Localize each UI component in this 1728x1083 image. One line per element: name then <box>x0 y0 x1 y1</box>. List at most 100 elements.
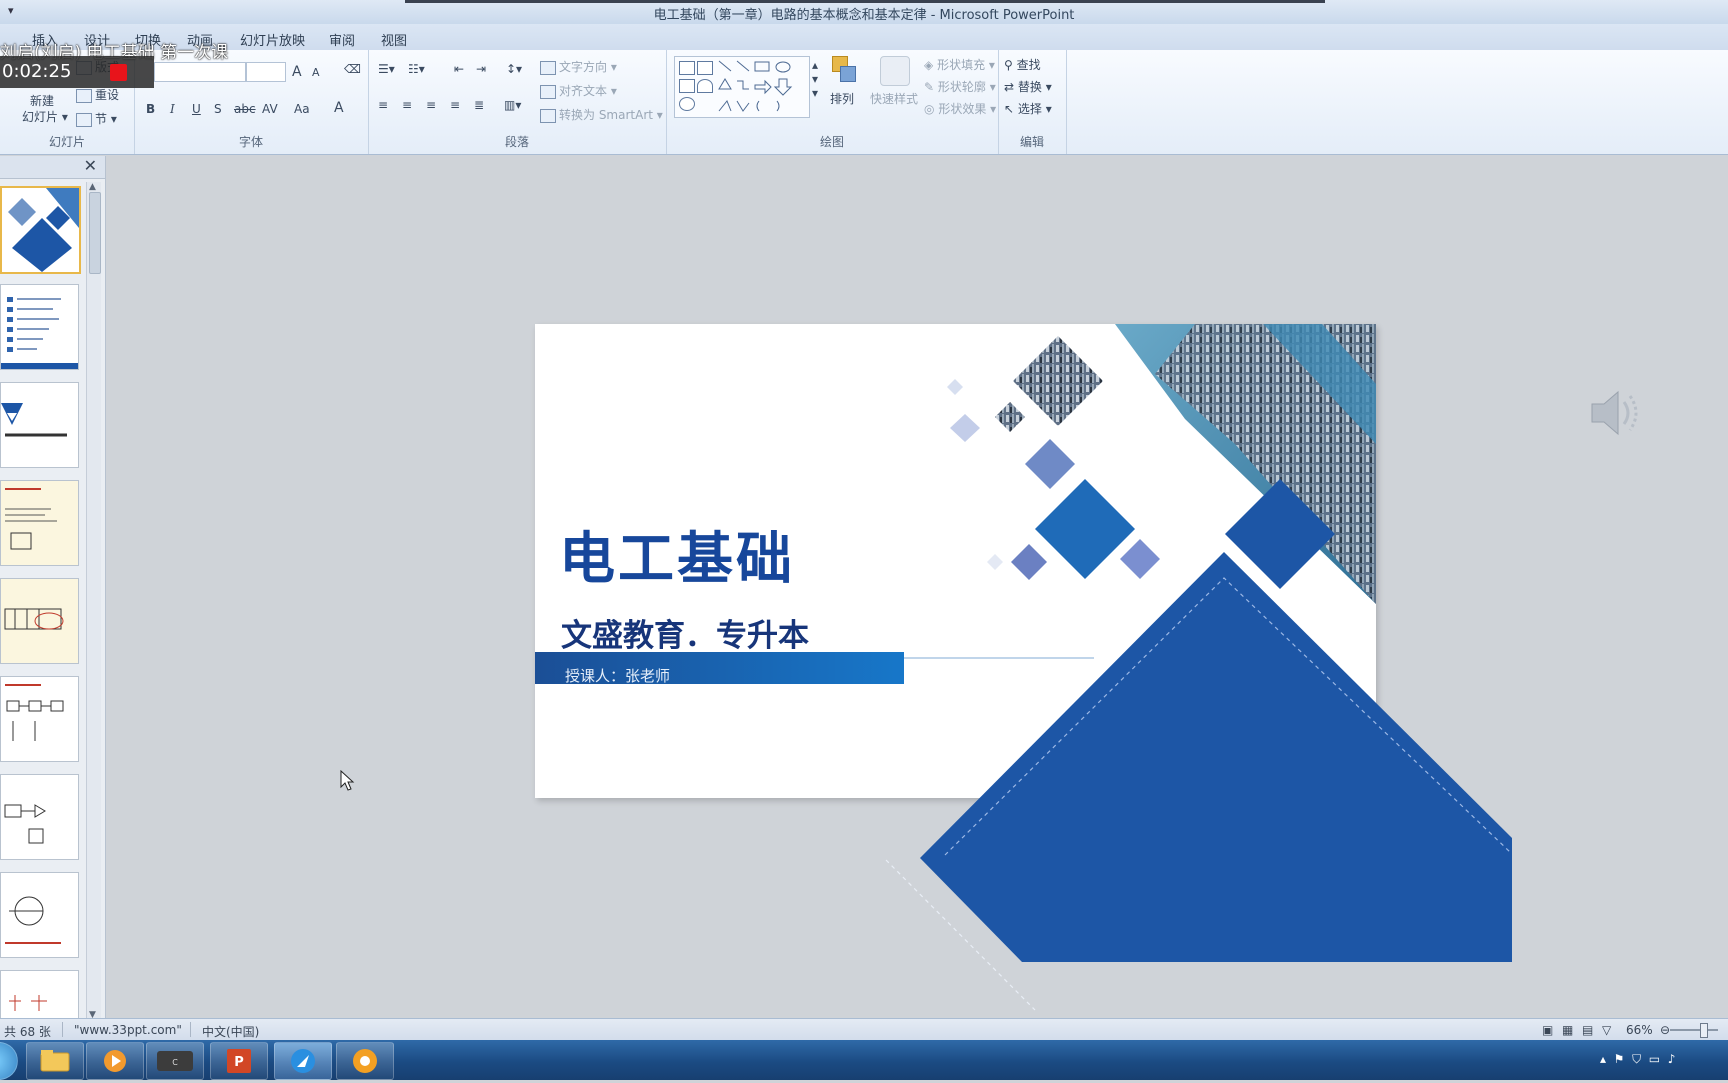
deco-diamond-7 <box>1120 539 1160 579</box>
char-spacing-button[interactable]: AV <box>262 102 278 116</box>
arrange-button[interactable]: 排列 <box>824 54 864 120</box>
volume-icon[interactable]: ♪ <box>1668 1052 1676 1066</box>
shape-outline-button[interactable]: ✎ 形状轮廓 ▾ <box>924 78 996 95</box>
replace-button[interactable]: ⇄ 替换 ▾ <box>1004 78 1052 95</box>
shapes-gallery[interactable] <box>674 56 810 118</box>
deco-diamond-4 <box>1035 479 1135 579</box>
taskbar-folder[interactable] <box>26 1042 84 1080</box>
language-indicator[interactable]: 中文(中国) <box>202 1023 259 1040</box>
font-group-label: 字体 <box>238 135 263 149</box>
slide-thumbnail-6[interactable] <box>0 676 79 762</box>
zoom-slider-knob[interactable] <box>1700 1023 1708 1038</box>
slide-thumbnail-5[interactable] <box>0 578 79 664</box>
slide-canvas[interactable]: 电工基础 文盛教育．专升本 授课人：张老师 <box>535 324 1376 798</box>
network-icon[interactable]: ▭ <box>1649 1052 1660 1066</box>
decrease-indent-button[interactable]: ⇤ <box>454 62 464 76</box>
numbering-button[interactable]: ☷▾ <box>408 62 425 76</box>
tray-arrow-icon[interactable]: ▴ <box>1600 1052 1606 1066</box>
tab-view[interactable]: 视图 <box>377 28 411 51</box>
shape-effects-button[interactable]: ◎ 形状效果 ▾ <box>924 100 996 117</box>
zoom-slider[interactable] <box>1670 1029 1718 1031</box>
shape-line-icons[interactable] <box>717 59 805 115</box>
slide-subtitle[interactable]: 文盛教育．专升本 <box>561 610 809 655</box>
slide-thumbnail-2[interactable] <box>0 284 79 370</box>
reading-view-icon[interactable]: ▤ <box>1582 1023 1593 1037</box>
shapes-gallery-scroll[interactable]: ▴ ▾ ▾ <box>812 58 818 100</box>
bullets-button[interactable]: ☰▾ <box>378 62 395 76</box>
convert-smartart-button[interactable]: 转换为 SmartArt ▾ <box>540 106 663 123</box>
underline-button[interactable]: U <box>192 102 201 116</box>
start-button[interactable] <box>0 1042 18 1080</box>
taskbar-camtasia[interactable]: C <box>146 1042 204 1080</box>
scroll-up-icon[interactable]: ▲ <box>89 182 96 192</box>
media-player-icon <box>104 1050 126 1072</box>
editing-group-label: 编辑 <box>1019 135 1044 149</box>
textbox-shape-icon[interactable] <box>679 61 695 75</box>
taskbar-recorder[interactable] <box>336 1042 394 1080</box>
triangle-shape-icon[interactable] <box>697 79 713 93</box>
distributed-button[interactable]: ≣ <box>474 98 484 112</box>
deco-diamond-2 <box>950 414 980 442</box>
shield-icon[interactable]: ⛉ <box>1632 1052 1641 1066</box>
bevel-shape-icon[interactable] <box>679 97 695 111</box>
select-button[interactable]: ↖ 选择 ▾ <box>1004 100 1052 117</box>
rectangle-shape-icon[interactable] <box>679 79 695 93</box>
change-case-button[interactable]: Aa <box>294 102 310 116</box>
slide-thumbnail-8[interactable] <box>0 872 79 958</box>
align-text-button[interactable]: 对齐文本 ▾ <box>540 82 617 99</box>
vertical-textbox-shape-icon[interactable] <box>697 61 713 75</box>
slide-thumbnail-7[interactable] <box>0 774 79 860</box>
flag-icon[interactable]: ⚑ <box>1614 1052 1625 1066</box>
align-left-button[interactable]: ≡ <box>378 98 388 112</box>
slide-thumbnail-9[interactable] <box>0 970 79 1024</box>
text-direction-button[interactable]: 文字方向 ▾ <box>540 58 617 75</box>
tab-slideshow[interactable]: 幻灯片放映 <box>236 28 309 51</box>
section-button[interactable]: 节 ▾ <box>76 110 117 127</box>
scroll-thumb[interactable] <box>89 192 101 274</box>
deco-diamond-6 <box>987 554 1003 570</box>
strikethrough-button[interactable]: abc <box>234 102 256 116</box>
font-size-combo[interactable] <box>246 62 286 82</box>
shrink-font-button[interactable]: A <box>312 66 320 79</box>
slide-thumbnail-1[interactable] <box>0 186 81 274</box>
ribbon: 新建 幻灯片 ▾ 版式 重设 节 ▾ 幻灯片 A A ⌫ B I U S abc… <box>0 50 1728 155</box>
columns-button[interactable]: ▥▾ <box>504 98 521 112</box>
close-pane-icon[interactable]: ✕ <box>84 156 97 175</box>
taskbar-feather-app[interactable] <box>274 1042 332 1080</box>
slideshow-view-icon[interactable]: ▽ <box>1602 1023 1611 1037</box>
slide-sorter-icon[interactable]: ▦ <box>1562 1023 1573 1037</box>
justify-button[interactable]: ≡ <box>450 98 460 112</box>
font-name-combo[interactable] <box>154 62 246 82</box>
clear-format-icon[interactable]: ⌫ <box>344 62 361 76</box>
feather-icon <box>291 1049 315 1073</box>
shape-fill-button[interactable]: ◈ 形状填充 ▾ <box>924 56 995 73</box>
quick-styles-button[interactable]: 快速样式 <box>866 54 918 120</box>
zoom-level[interactable]: 66% <box>1626 1023 1653 1037</box>
shadow-button[interactable]: S <box>214 102 222 116</box>
stop-record-icon[interactable] <box>110 64 127 81</box>
line-spacing-button[interactable]: ↕▾ <box>506 62 522 76</box>
new-slide-button[interactable]: 新建 <box>30 92 54 109</box>
smartart-icon <box>540 108 556 123</box>
grow-font-button[interactable]: A <box>292 64 302 80</box>
slide-thumbnail-3[interactable] <box>0 382 79 468</box>
align-right-button[interactable]: ≡ <box>426 98 436 112</box>
new-slide-dropdown[interactable]: 幻灯片 ▾ <box>22 108 68 125</box>
reset-button[interactable]: 重设 <box>76 86 119 103</box>
align-center-button[interactable]: ≡ <box>402 98 412 112</box>
slide-thumbnail-4[interactable] <box>0 480 79 566</box>
tab-review[interactable]: 审阅 <box>325 28 359 51</box>
slide-title[interactable]: 电工基础 <box>559 514 795 595</box>
increase-indent-button[interactable]: ⇥ <box>476 62 486 76</box>
taskbar-media-player[interactable] <box>86 1042 144 1080</box>
font-color-button[interactable]: A <box>334 100 344 116</box>
bold-button[interactable]: B <box>146 102 155 116</box>
zoom-out-icon[interactable]: ⊖ <box>1660 1023 1670 1037</box>
find-button[interactable]: ⚲ 查找 <box>1004 56 1041 73</box>
audio-speaker-icon[interactable] <box>1588 388 1646 438</box>
slides-pane-scrollbar[interactable]: ▲ ▼ <box>86 182 101 1020</box>
italic-button[interactable]: I <box>170 102 175 116</box>
normal-view-icon[interactable]: ▣ <box>1542 1023 1553 1037</box>
teacher-label[interactable]: 授课人：张老师 <box>565 665 670 686</box>
taskbar-powerpoint[interactable]: P <box>210 1042 268 1080</box>
